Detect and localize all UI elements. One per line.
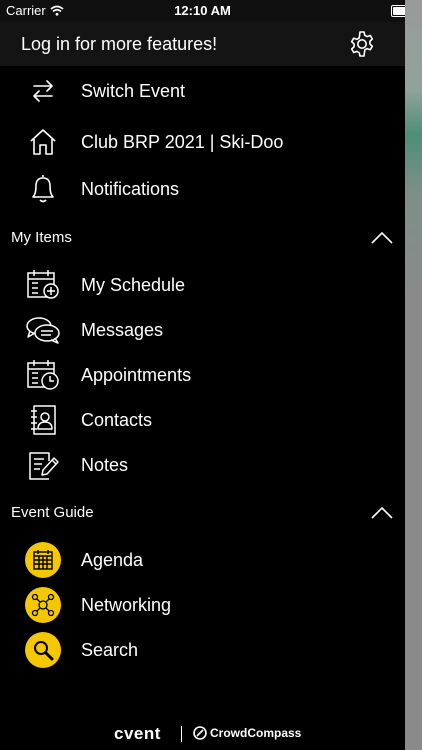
- contacts-item[interactable]: Contacts: [0, 398, 405, 442]
- event-guide-section-header[interactable]: Event Guide: [0, 498, 405, 528]
- crowdcompass-logo: CrowdCompass: [193, 726, 301, 740]
- my-items-section-header[interactable]: My Items: [0, 223, 405, 253]
- bell-icon: [24, 170, 62, 208]
- contact-book-icon: [24, 401, 62, 439]
- underlying-content-peek[interactable]: [405, 0, 422, 750]
- my-schedule-label: My Schedule: [81, 274, 186, 295]
- gear-icon[interactable]: [348, 30, 376, 58]
- event-home-item[interactable]: Club BRP 2021 | Ski-Doo: [0, 120, 405, 164]
- crowdcompass-mark-icon: [193, 726, 207, 740]
- agenda-label: Agenda: [81, 549, 144, 570]
- calendar-clock-icon: [24, 356, 62, 394]
- event-name-label: Club BRP 2021 | Ski-Doo: [81, 131, 284, 152]
- notifications-label: Notifications: [81, 178, 180, 199]
- chevron-up-icon[interactable]: [371, 231, 393, 245]
- login-prompt[interactable]: Log in for more features!: [21, 34, 217, 55]
- networking-label: Networking: [81, 594, 172, 615]
- search-icon-wrap: [24, 631, 62, 669]
- status-bar: Carrier 12:10 AM: [0, 0, 415, 22]
- home-icon: [24, 123, 62, 161]
- agenda-item[interactable]: Agenda: [0, 538, 405, 582]
- crowdcompass-wordmark: CrowdCompass: [210, 726, 302, 740]
- messages-label: Messages: [81, 319, 164, 340]
- chat-bubbles-icon: [24, 311, 62, 349]
- networking-item[interactable]: Networking: [0, 583, 405, 627]
- messages-item[interactable]: Messages: [0, 308, 405, 352]
- search-item[interactable]: Search: [0, 628, 405, 672]
- cvent-logo: cvent: [114, 724, 161, 743]
- chevron-up-icon[interactable]: [371, 506, 393, 520]
- event-guide-title: Event Guide: [11, 504, 94, 521]
- networking-icon-wrap: [24, 586, 62, 624]
- footer-branding: cvent CrowdCompass: [0, 718, 405, 750]
- switch-event-item[interactable]: Switch Event: [0, 69, 405, 113]
- my-schedule-item[interactable]: My Schedule: [0, 263, 405, 307]
- my-items-title: My Items: [11, 229, 72, 246]
- switch-arrows-icon: [24, 72, 62, 110]
- notifications-item[interactable]: Notifications: [0, 167, 405, 211]
- notes-item[interactable]: Notes: [0, 443, 405, 487]
- appointments-item[interactable]: Appointments: [0, 353, 405, 397]
- magnifier-icon: [25, 632, 61, 668]
- footer-divider: [181, 726, 182, 742]
- agenda-icon-wrap: [24, 541, 62, 579]
- login-header[interactable]: Log in for more features!: [0, 22, 405, 66]
- clock: 12:10 AM: [174, 3, 231, 18]
- navigation-drawer: Carrier 12:10 AM Log in for more feature…: [0, 0, 415, 750]
- appointments-label: Appointments: [81, 364, 192, 385]
- agenda-calendar-icon: [25, 542, 61, 578]
- networking-icon: [25, 587, 61, 623]
- switch-event-label: Switch Event: [81, 80, 186, 101]
- note-pencil-icon: [24, 446, 62, 484]
- contacts-label: Contacts: [81, 409, 153, 430]
- calendar-add-icon: [24, 266, 62, 304]
- notes-label: Notes: [81, 454, 129, 475]
- search-label: Search: [81, 639, 139, 660]
